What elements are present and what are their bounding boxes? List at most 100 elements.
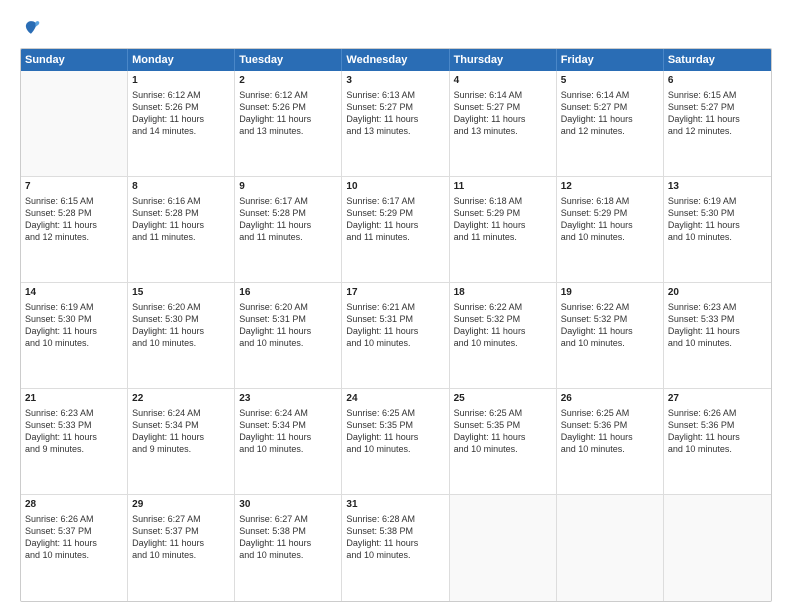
day-number: 16: [239, 286, 337, 300]
sunset-line: Sunset: 5:37 PM: [25, 525, 123, 537]
daylight-line1: Daylight: 11 hours: [239, 113, 337, 125]
day-number: 31: [346, 498, 444, 512]
day-number: 6: [668, 74, 767, 88]
cal-cell-3: 3Sunrise: 6:13 AMSunset: 5:27 PMDaylight…: [342, 71, 449, 176]
daylight-line2: and 10 minutes.: [668, 231, 767, 243]
day-number: 11: [454, 180, 552, 194]
daylight-line2: and 12 minutes.: [561, 125, 659, 137]
day-number: 20: [668, 286, 767, 300]
daylight-line2: and 10 minutes.: [561, 443, 659, 455]
sunrise-line: Sunrise: 6:14 AM: [454, 89, 552, 101]
sunset-line: Sunset: 5:35 PM: [454, 419, 552, 431]
header: [20, 18, 772, 40]
sunset-line: Sunset: 5:29 PM: [346, 207, 444, 219]
sunrise-line: Sunrise: 6:26 AM: [668, 407, 767, 419]
day-number: 5: [561, 74, 659, 88]
sunrise-line: Sunrise: 6:21 AM: [346, 301, 444, 313]
sunrise-line: Sunrise: 6:12 AM: [239, 89, 337, 101]
cal-cell-24: 24Sunrise: 6:25 AMSunset: 5:35 PMDayligh…: [342, 389, 449, 494]
day-number: 21: [25, 392, 123, 406]
week-row-4: 21Sunrise: 6:23 AMSunset: 5:33 PMDayligh…: [21, 389, 771, 495]
day-number: 2: [239, 74, 337, 88]
daylight-line2: and 10 minutes.: [668, 443, 767, 455]
daylight-line1: Daylight: 11 hours: [239, 219, 337, 231]
daylight-line2: and 11 minutes.: [132, 231, 230, 243]
daylight-line2: and 10 minutes.: [346, 337, 444, 349]
daylight-line2: and 11 minutes.: [239, 231, 337, 243]
sunrise-line: Sunrise: 6:28 AM: [346, 513, 444, 525]
cal-cell-4: 4Sunrise: 6:14 AMSunset: 5:27 PMDaylight…: [450, 71, 557, 176]
cal-cell-9: 9Sunrise: 6:17 AMSunset: 5:28 PMDaylight…: [235, 177, 342, 282]
sunset-line: Sunset: 5:26 PM: [239, 101, 337, 113]
day-number: 13: [668, 180, 767, 194]
daylight-line2: and 10 minutes.: [239, 443, 337, 455]
daylight-line2: and 10 minutes.: [346, 549, 444, 561]
daylight-line2: and 10 minutes.: [132, 549, 230, 561]
daylight-line1: Daylight: 11 hours: [454, 431, 552, 443]
daylight-line2: and 10 minutes.: [561, 337, 659, 349]
sunrise-line: Sunrise: 6:15 AM: [668, 89, 767, 101]
day-number: 18: [454, 286, 552, 300]
cal-cell-23: 23Sunrise: 6:24 AMSunset: 5:34 PMDayligh…: [235, 389, 342, 494]
sunrise-line: Sunrise: 6:26 AM: [25, 513, 123, 525]
daylight-line1: Daylight: 11 hours: [454, 219, 552, 231]
daylight-line2: and 10 minutes.: [25, 337, 123, 349]
cal-cell-27: 27Sunrise: 6:26 AMSunset: 5:36 PMDayligh…: [664, 389, 771, 494]
sunrise-line: Sunrise: 6:13 AM: [346, 89, 444, 101]
daylight-line1: Daylight: 11 hours: [25, 537, 123, 549]
sunrise-line: Sunrise: 6:17 AM: [346, 195, 444, 207]
sunrise-line: Sunrise: 6:27 AM: [132, 513, 230, 525]
daylight-line1: Daylight: 11 hours: [561, 219, 659, 231]
cal-cell-1: 1Sunrise: 6:12 AMSunset: 5:26 PMDaylight…: [128, 71, 235, 176]
sunset-line: Sunset: 5:30 PM: [25, 313, 123, 325]
daylight-line1: Daylight: 11 hours: [346, 113, 444, 125]
daylight-line2: and 10 minutes.: [668, 337, 767, 349]
day-number: 27: [668, 392, 767, 406]
cal-cell-empty-0-0: [21, 71, 128, 176]
sunset-line: Sunset: 5:38 PM: [346, 525, 444, 537]
cal-cell-8: 8Sunrise: 6:16 AMSunset: 5:28 PMDaylight…: [128, 177, 235, 282]
day-number: 10: [346, 180, 444, 194]
sunset-line: Sunset: 5:37 PM: [132, 525, 230, 537]
sunrise-line: Sunrise: 6:19 AM: [25, 301, 123, 313]
sunrise-line: Sunrise: 6:18 AM: [561, 195, 659, 207]
sunset-line: Sunset: 5:38 PM: [239, 525, 337, 537]
cal-cell-31: 31Sunrise: 6:28 AMSunset: 5:38 PMDayligh…: [342, 495, 449, 601]
daylight-line1: Daylight: 11 hours: [132, 537, 230, 549]
page: SundayMondayTuesdayWednesdayThursdayFrid…: [0, 0, 792, 612]
day-number: 23: [239, 392, 337, 406]
sunrise-line: Sunrise: 6:22 AM: [454, 301, 552, 313]
daylight-line1: Daylight: 11 hours: [346, 431, 444, 443]
week-row-1: 1Sunrise: 6:12 AMSunset: 5:26 PMDaylight…: [21, 71, 771, 177]
daylight-line2: and 10 minutes.: [454, 337, 552, 349]
sunrise-line: Sunrise: 6:24 AM: [132, 407, 230, 419]
sunset-line: Sunset: 5:33 PM: [25, 419, 123, 431]
sunset-line: Sunset: 5:31 PM: [239, 313, 337, 325]
daylight-line1: Daylight: 11 hours: [346, 537, 444, 549]
daylight-line2: and 9 minutes.: [25, 443, 123, 455]
day-number: 25: [454, 392, 552, 406]
daylight-line2: and 12 minutes.: [25, 231, 123, 243]
daylight-line1: Daylight: 11 hours: [668, 431, 767, 443]
daylight-line1: Daylight: 11 hours: [668, 219, 767, 231]
sunset-line: Sunset: 5:36 PM: [668, 419, 767, 431]
sunset-line: Sunset: 5:28 PM: [25, 207, 123, 219]
day-number: 1: [132, 74, 230, 88]
sunset-line: Sunset: 5:34 PM: [132, 419, 230, 431]
day-number: 28: [25, 498, 123, 512]
header-cell-monday: Monday: [128, 49, 235, 71]
header-cell-tuesday: Tuesday: [235, 49, 342, 71]
daylight-line1: Daylight: 11 hours: [132, 219, 230, 231]
sunset-line: Sunset: 5:27 PM: [454, 101, 552, 113]
cal-cell-empty-4-4: [450, 495, 557, 601]
cal-cell-22: 22Sunrise: 6:24 AMSunset: 5:34 PMDayligh…: [128, 389, 235, 494]
sunset-line: Sunset: 5:30 PM: [668, 207, 767, 219]
day-number: 8: [132, 180, 230, 194]
sunset-line: Sunset: 5:32 PM: [561, 313, 659, 325]
sunrise-line: Sunrise: 6:25 AM: [561, 407, 659, 419]
daylight-line2: and 9 minutes.: [132, 443, 230, 455]
cal-cell-17: 17Sunrise: 6:21 AMSunset: 5:31 PMDayligh…: [342, 283, 449, 388]
sunrise-line: Sunrise: 6:22 AM: [561, 301, 659, 313]
day-number: 9: [239, 180, 337, 194]
cal-cell-empty-4-6: [664, 495, 771, 601]
